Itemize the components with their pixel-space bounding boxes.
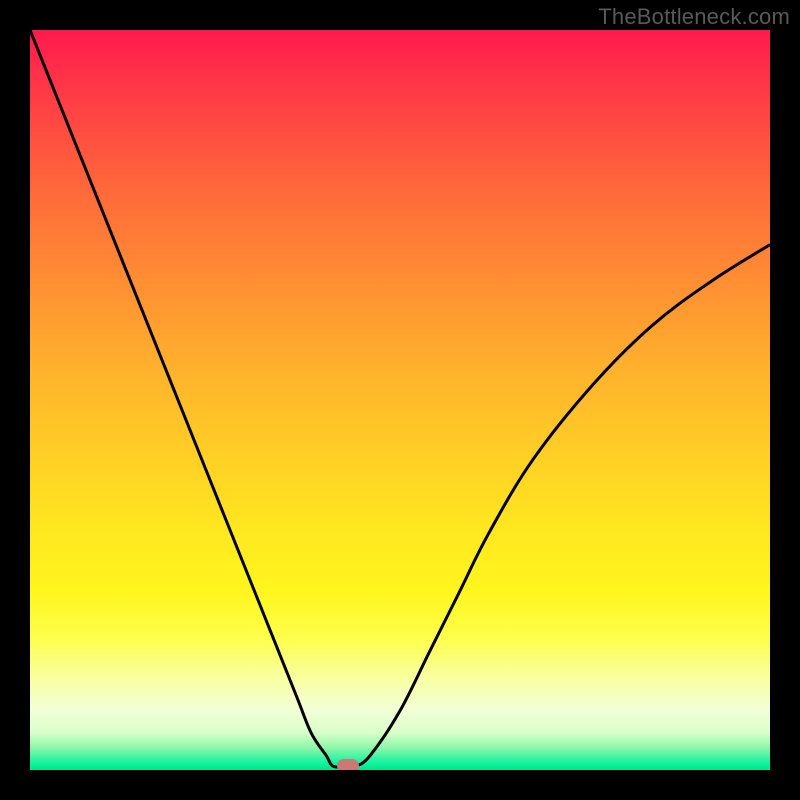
chart-container: TheBottleneck.com (0, 0, 800, 800)
watermark-text: TheBottleneck.com (598, 4, 790, 30)
curve-svg (30, 30, 770, 770)
bottleneck-marker (337, 759, 359, 770)
bottleneck-curve (30, 30, 770, 767)
plot-area (30, 30, 770, 770)
